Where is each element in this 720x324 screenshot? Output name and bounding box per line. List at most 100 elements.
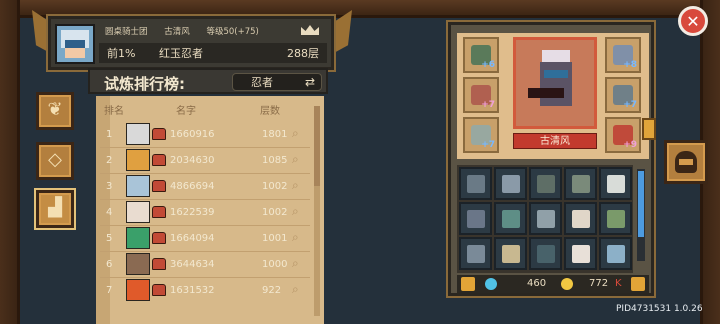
row-floor: 922 (262, 285, 282, 296)
feather-icon: ❦ (47, 99, 63, 120)
table-row[interactable]: 1 1660916 1801 ⌕ (96, 122, 314, 147)
coin-suffix: K (615, 278, 622, 289)
weapon-slot[interactable]: +9 (605, 117, 641, 153)
inventory-slot[interactable] (459, 202, 492, 235)
inventory-slot[interactable] (459, 167, 492, 200)
magnifier-icon[interactable]: ⌕ (292, 204, 299, 219)
row-avatar[interactable] (126, 149, 150, 171)
player-avatar[interactable] (55, 24, 95, 64)
row-avatar[interactable] (126, 123, 150, 145)
diamond-icon: ◇ (48, 149, 62, 170)
feather-tab-button[interactable]: ❦ (36, 92, 74, 130)
row-player-id: 4866694 (170, 181, 215, 192)
inventory-scrollbar[interactable] (637, 169, 645, 261)
inventory-slot[interactable] (459, 237, 492, 270)
item-icon (607, 175, 625, 193)
inventory-slot[interactable] (494, 167, 527, 200)
row-player-id: 1631532 (170, 285, 215, 296)
magnifier-icon[interactable]: ⌕ (292, 152, 299, 167)
upgrade-level: +7 (481, 100, 495, 110)
swap-icon[interactable]: ⇄ (305, 75, 315, 89)
col-name: 名字 (176, 106, 196, 117)
equipment-panel: 古清风 +6 +8 +7 +7 +7 +9 460 772 K (446, 20, 656, 298)
gem-count: 460 (527, 278, 547, 289)
row-player-id: 1622539 (170, 207, 215, 218)
row-rank: 7 (106, 285, 113, 296)
podium-tab-button[interactable]: ▟ (34, 188, 76, 230)
inventory-slot[interactable] (564, 202, 597, 235)
inventory-slot[interactable] (599, 202, 632, 235)
inventory-slot[interactable] (564, 167, 597, 200)
item-icon (467, 175, 485, 193)
row-floor: 1001 (262, 233, 288, 244)
row-avatar[interactable] (126, 175, 150, 197)
gloves-slot[interactable]: +7 (605, 77, 641, 113)
inventory-slot[interactable] (529, 167, 562, 200)
row-avatar[interactable] (126, 201, 150, 223)
lock-icon[interactable] (461, 277, 475, 291)
table-row[interactable]: 3 4866694 1002 ⌕ (96, 174, 314, 199)
item-icon (467, 245, 485, 263)
helmet-slot[interactable]: +6 (463, 37, 499, 73)
row-rank: 3 (106, 181, 113, 192)
magnifier-icon[interactable]: ⌕ (292, 178, 299, 193)
hero-name: 古清风 (513, 133, 597, 149)
row-floor: 1002 (262, 181, 288, 192)
close-button[interactable]: ✕ (678, 6, 708, 36)
helmet-icon (152, 154, 166, 166)
close-icon: ✕ (686, 11, 700, 31)
table-row[interactable]: 5 1664094 1001 ⌕ (96, 226, 314, 251)
inventory-slot[interactable] (564, 237, 597, 270)
rank-row: 前1% 红玉忍者 288层 (99, 43, 327, 63)
shop-icon[interactable] (631, 277, 645, 291)
class-selector[interactable]: 忍者 ⇄ (232, 73, 322, 91)
hero-portrait[interactable] (513, 37, 597, 129)
inventory-slot[interactable] (494, 202, 527, 235)
upgrade-level: +7 (623, 100, 637, 110)
item-icon (537, 175, 555, 193)
helmet-icon (152, 180, 166, 192)
row-floor: 1801 (262, 129, 288, 140)
row-avatar[interactable] (126, 253, 150, 275)
leaderboard-scrollbar[interactable] (314, 106, 320, 316)
inventory-slot[interactable] (599, 167, 632, 200)
inventory-slot[interactable] (529, 237, 562, 270)
upgrade-level: +9 (623, 140, 637, 150)
magnifier-icon[interactable]: ⌕ (292, 282, 299, 297)
inventory-slot[interactable] (494, 237, 527, 270)
magnifier-icon[interactable]: ⌕ (292, 230, 299, 245)
class-selector-value: 忍者 (251, 76, 273, 89)
player-banner: 圆桌骑士团 古清风 等级50(+75) 前1% 红玉忍者 288层 (46, 14, 336, 72)
table-row[interactable]: 6 3644634 1000 ⌕ (96, 252, 314, 277)
row-avatar[interactable] (126, 227, 150, 249)
item-icon (467, 210, 485, 228)
player-level: 等级50(+75) (206, 27, 259, 37)
row-avatar[interactable] (126, 279, 150, 301)
boots-slot[interactable]: +7 (463, 117, 499, 153)
magnifier-icon[interactable]: ⌕ (292, 256, 299, 271)
table-row[interactable]: 2 2034630 1085 ⌕ (96, 148, 314, 173)
row-rank: 6 (106, 259, 113, 270)
item-icon (537, 210, 555, 228)
armor-slot[interactable]: +8 (605, 37, 641, 73)
ring-slot[interactable]: +7 (463, 77, 499, 113)
coin-icon (561, 278, 573, 290)
magnifier-icon[interactable]: ⌕ (292, 126, 299, 141)
helmet-icon (152, 128, 166, 140)
helmet-icon (152, 284, 166, 296)
gem-icon (485, 278, 497, 290)
inventory-slot[interactable] (529, 202, 562, 235)
crown-icon (301, 25, 319, 35)
row-rank: 4 (106, 207, 113, 218)
panel-toggle-tab[interactable] (642, 118, 656, 140)
upgrade-level: +6 (481, 60, 495, 70)
item-icon (607, 245, 625, 263)
item-icon (537, 245, 555, 263)
helmet-button[interactable] (664, 140, 708, 184)
diamond-tab-button[interactable]: ◇ (36, 142, 74, 180)
table-row[interactable]: 4 1622539 1002 ⌕ (96, 200, 314, 225)
table-row[interactable]: 7 1631532 922 ⌕ (96, 278, 314, 303)
leaderboard-panel: 排名 名字 层数 1 1660916 1801 ⌕ 2 2034630 1085 ⌕ 3 4866… (96, 96, 324, 324)
row-player-id: 1660916 (170, 129, 215, 140)
inventory-slot[interactable] (599, 237, 632, 270)
